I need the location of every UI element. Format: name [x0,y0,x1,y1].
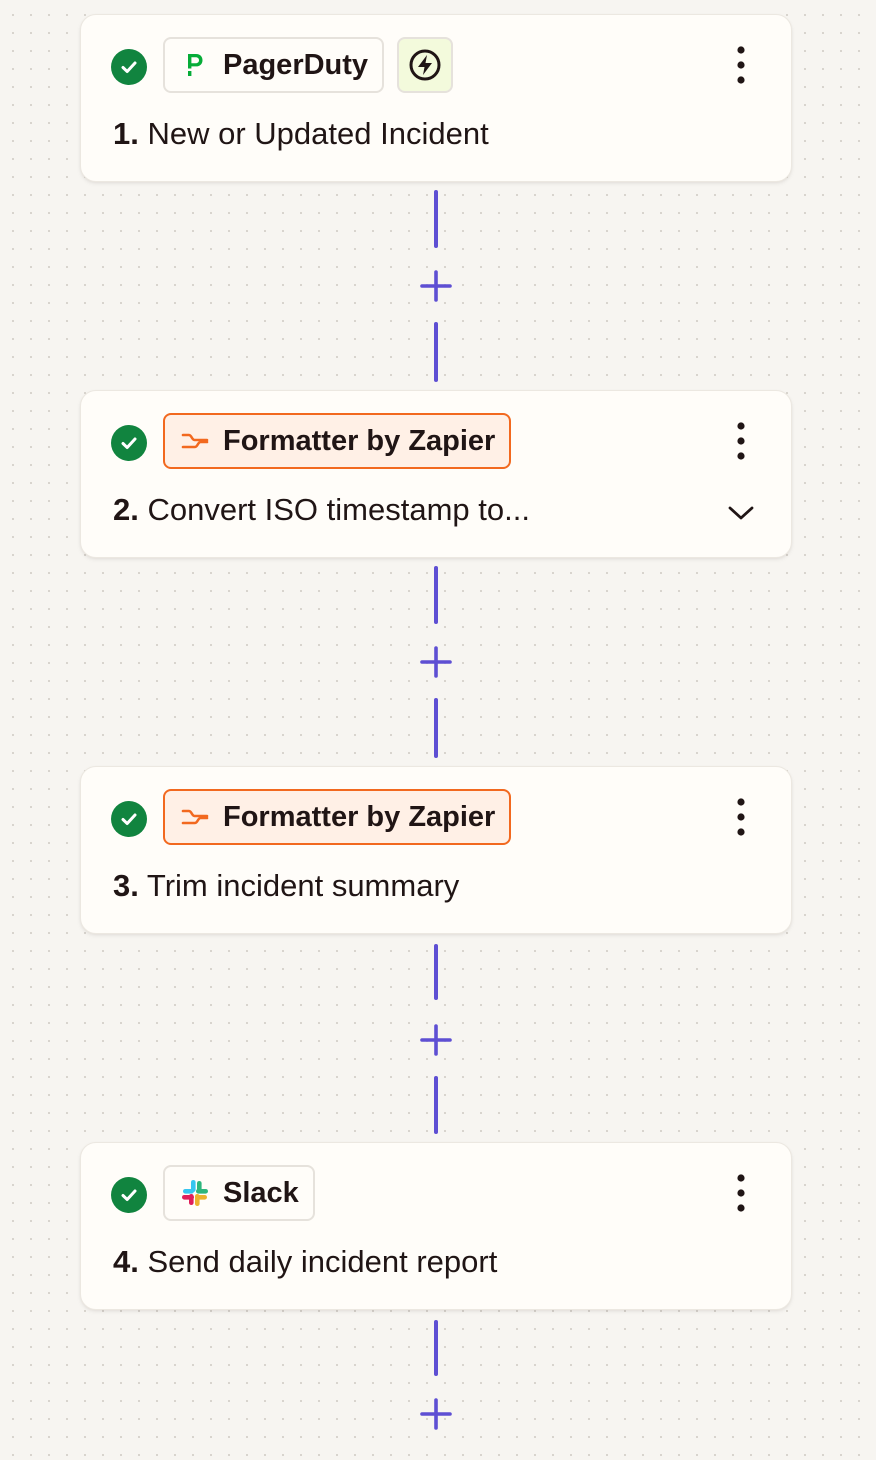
pagerduty-logo-icon [177,47,213,83]
connector-line [434,190,438,248]
check-circle-icon [111,425,147,461]
check-circle-icon [111,1177,147,1213]
step-card-3[interactable]: Formatter by Zapier 3. Trim incident sum… [80,766,792,934]
chevron-down-icon [728,505,754,521]
plus-icon [419,269,453,303]
app-name: Slack [223,1176,299,1209]
more-vertical-icon [737,46,745,84]
app-name: Formatter by Zapier [223,800,496,833]
step-connector [418,1320,454,1452]
connector-line [434,698,438,758]
step-title[interactable]: 3. Trim incident summary [113,867,459,905]
step-title[interactable]: 1. New or Updated Incident [113,115,489,153]
step-title[interactable]: 4. Send daily incident report [113,1243,497,1281]
formatter-icon [177,799,213,835]
more-options-button[interactable] [721,417,761,465]
app-chip-formatter[interactable]: Formatter by Zapier [163,789,512,845]
connector-line [434,944,438,1000]
slack-logo-icon [177,1175,213,1211]
app-chip-slack[interactable]: Slack [163,1165,315,1221]
step-card-1[interactable]: PagerDuty 1. New or Updated Incident [80,14,792,182]
connector-line [434,1320,438,1376]
check-circle-icon [111,49,147,85]
connector-line [434,566,438,624]
step-connector [418,944,454,1138]
more-vertical-icon [737,1174,745,1212]
plus-icon [419,1397,453,1431]
trigger-badge[interactable] [397,37,453,93]
plus-icon [419,1023,453,1057]
more-options-button[interactable] [721,793,761,841]
step-connector [418,190,454,384]
add-step-button[interactable] [418,1396,454,1432]
more-options-button[interactable] [721,41,761,89]
expand-button[interactable] [721,493,761,533]
app-chip-pagerduty[interactable]: PagerDuty [163,37,385,93]
app-chip-formatter[interactable]: Formatter by Zapier [163,413,512,469]
plus-icon [419,645,453,679]
formatter-icon [177,423,213,459]
more-options-button[interactable] [721,1169,761,1217]
add-step-button[interactable] [418,268,454,304]
add-step-button[interactable] [418,644,454,680]
lightning-bolt-icon [408,48,442,82]
step-card-2[interactable]: Formatter by Zapier 2. Convert ISO times… [80,390,792,558]
more-vertical-icon [737,798,745,836]
connector-line [434,322,438,382]
step-connector [418,566,454,760]
app-name: Formatter by Zapier [223,424,496,457]
app-name: PagerDuty [223,48,369,81]
add-step-button[interactable] [418,1022,454,1058]
step-title[interactable]: 2. Convert ISO timestamp to... [113,491,530,529]
step-card-4[interactable]: Slack 4. Send daily incident report [80,1142,792,1310]
more-vertical-icon [737,422,745,460]
connector-line [434,1076,438,1134]
check-circle-icon [111,801,147,837]
